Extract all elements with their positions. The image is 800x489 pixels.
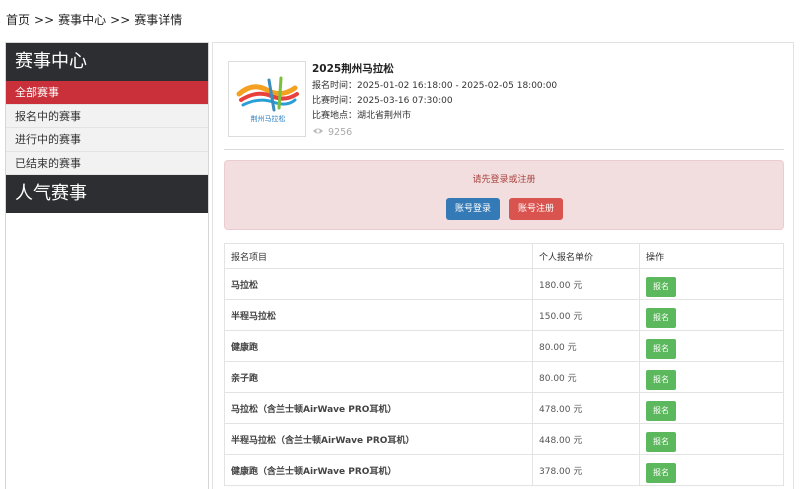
item-name: 健康跑 — [224, 330, 533, 362]
breadcrumb-separator: >> — [110, 13, 131, 27]
table-header-row: 报名项目 个人报名单价 操作 — [224, 243, 784, 269]
sidebar-item-ongoing[interactable]: 进行中的赛事 — [6, 128, 208, 152]
event-race-time: 比赛时间：2025-03-16 07:30:00 — [312, 96, 453, 106]
register-item-button[interactable]: 报名 — [646, 307, 676, 328]
event-logo: 荆州马拉松 — [228, 61, 306, 137]
login-alert: 请先登录或注册 账号登录 账号注册 — [224, 160, 784, 230]
sidebar-title: 赛事中心 — [6, 43, 208, 81]
item-name: 马拉松（含兰士顿AirWave PRO耳机） — [224, 392, 533, 424]
action-cell: 报名 — [639, 454, 784, 486]
action-cell: 报名 — [639, 299, 784, 331]
column-header-action: 操作 — [639, 243, 784, 269]
column-header-item: 报名项目 — [224, 243, 533, 269]
table-row: 健康跑（含兰士顿AirWave PRO耳机） 378.00 元 报名 — [224, 454, 784, 486]
register-item-button[interactable]: 报名 — [646, 369, 676, 390]
item-name: 半程马拉松（含兰士顿AirWave PRO耳机） — [224, 423, 533, 455]
register-item-button[interactable]: 报名 — [646, 338, 676, 359]
table-row: 马拉松 180.00 元 报名 — [224, 268, 784, 300]
breadcrumb-separator: >> — [34, 13, 55, 27]
login-button[interactable]: 账号登录 — [446, 198, 500, 220]
main-content: 荆州马拉松 2025荆州马拉松 报名时间：2025-01-02 16:18:00… — [212, 42, 794, 489]
event-title: 2025荆州马拉松 — [312, 63, 394, 75]
sidebar-item-all-events[interactable]: 全部赛事 — [6, 81, 208, 105]
event-info: 2025荆州马拉松 报名时间：2025-01-02 16:18:00 - 202… — [312, 62, 557, 140]
action-cell: 报名 — [639, 330, 784, 362]
item-price: 448.00 元 — [532, 423, 640, 455]
register-button[interactable]: 账号注册 — [509, 198, 563, 220]
item-name: 马拉松 — [224, 268, 533, 300]
action-cell: 报名 — [639, 392, 784, 424]
divider — [224, 149, 784, 150]
sidebar-item-registering[interactable]: 报名中的赛事 — [6, 104, 208, 128]
table-row: 马拉松（含兰士顿AirWave PRO耳机） 478.00 元 报名 — [224, 392, 784, 424]
sidebar-item-ended[interactable]: 已结束的赛事 — [6, 151, 208, 175]
breadcrumb-home[interactable]: 首页 — [6, 11, 30, 28]
views-count: 9256 — [328, 127, 353, 138]
item-name: 半程马拉松 — [224, 299, 533, 331]
item-price: 180.00 元 — [532, 268, 640, 300]
action-cell: 报名 — [639, 361, 784, 393]
item-price: 80.00 元 — [532, 361, 640, 393]
svg-text:荆州马拉松: 荆州马拉松 — [251, 114, 286, 123]
register-item-button[interactable]: 报名 — [646, 431, 676, 452]
breadcrumb-event-center[interactable]: 赛事中心 — [58, 11, 106, 28]
event-register-time: 报名时间：2025-01-02 16:18:00 - 2025-02-05 18… — [312, 81, 558, 91]
register-item-button[interactable]: 报名 — [646, 400, 676, 421]
table-row: 半程马拉松（含兰士顿AirWave PRO耳机） 448.00 元 报名 — [224, 423, 784, 455]
column-header-price: 个人报名单价 — [532, 243, 640, 269]
table-row: 亲子跑 80.00 元 报名 — [224, 361, 784, 393]
table-row: 半程马拉松 150.00 元 报名 — [224, 299, 784, 331]
event-views: 9256 — [312, 125, 557, 140]
item-price: 478.00 元 — [532, 392, 640, 424]
item-name: 亲子跑 — [224, 361, 533, 393]
sidebar-popular-title: 人气赛事 — [6, 175, 208, 213]
register-item-button[interactable]: 报名 — [646, 462, 676, 483]
item-price: 150.00 元 — [532, 299, 640, 331]
table-row: 健康跑 80.00 元 报名 — [224, 330, 784, 362]
sidebar: 赛事中心 全部赛事 报名中的赛事 进行中的赛事 已结束的赛事 人气赛事 — [5, 42, 209, 489]
register-item-button[interactable]: 报名 — [646, 276, 676, 297]
item-price: 378.00 元 — [532, 454, 640, 486]
alert-message: 请先登录或注册 — [472, 175, 536, 185]
breadcrumb: 首页 >> 赛事中心 >> 赛事详情 — [6, 11, 182, 28]
item-price: 80.00 元 — [532, 330, 640, 362]
eye-icon — [312, 125, 324, 140]
event-location: 比赛地点：湖北省荆州市 — [312, 111, 412, 121]
event-logo-image: 荆州马拉松 — [236, 76, 299, 123]
breadcrumb-event-detail: 赛事详情 — [134, 13, 183, 27]
registration-table: 报名项目 个人报名单价 操作 马拉松 180.00 元 报名 半程马拉松 150… — [224, 243, 784, 486]
item-name: 健康跑（含兰士顿AirWave PRO耳机） — [224, 454, 533, 486]
action-cell: 报名 — [639, 268, 784, 300]
action-cell: 报名 — [639, 423, 784, 455]
